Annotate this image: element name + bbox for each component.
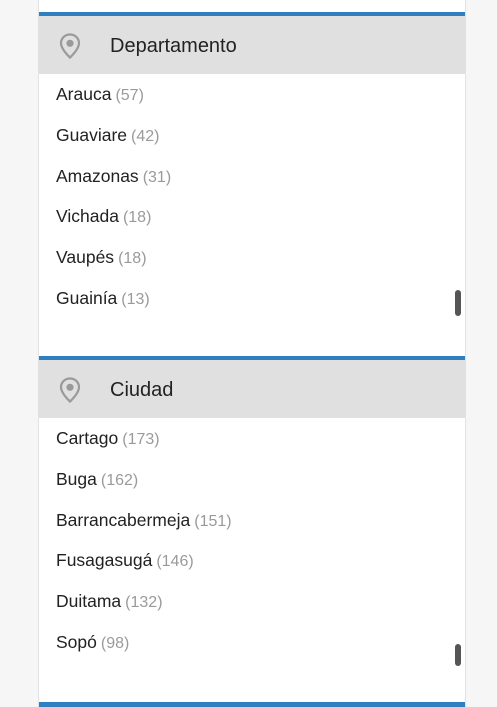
item-name: Guaviare	[56, 124, 128, 145]
item-name: Buga	[56, 468, 97, 489]
list-item-buga[interactable]: Buga (162)	[39, 467, 465, 508]
departamento-filter-section: Departamento Arauca (57) Guaviare (42) Ama…	[39, 12, 465, 328]
item-name: Arauca	[56, 84, 112, 104]
ciudad-scrollbar-thumb[interactable]	[455, 644, 461, 666]
list-item-sopo[interactable]: Sopó (98)	[39, 630, 465, 671]
filter-panel: Departamento Arauca (57) Guaviare (42) Ama…	[38, 0, 466, 707]
list-item-fusagasuga[interactable]: Fusagasugá (146)	[39, 548, 465, 589]
item-name: Cartago	[56, 428, 119, 448]
ciudad-scrollbar[interactable]	[453, 424, 463, 672]
list-item-arauca[interactable]: Arauca (57)	[39, 82, 465, 123]
item-name: Fusagasugá	[56, 550, 153, 571]
item-count: (18)	[118, 250, 147, 268]
list-item-vaupes[interactable]: Vaupés (18)	[39, 245, 465, 286]
item-count: (132)	[125, 594, 163, 612]
item-count: (151)	[194, 512, 232, 530]
list-item-amazonas[interactable]: Amazonas (31)	[39, 164, 465, 205]
item-name: Amazonas	[56, 165, 139, 186]
list-item-vichada[interactable]: Vichada (18)	[39, 204, 465, 245]
item-count: (31)	[142, 168, 172, 186]
item-name: Barrancabermeja	[56, 509, 191, 530]
item-name: Guainía	[56, 287, 118, 308]
item-count: (146)	[156, 553, 194, 571]
item-count: (13)	[121, 290, 150, 308]
list-item-cartago[interactable]: Cartago (173)	[39, 426, 465, 467]
map-pin-icon	[59, 377, 81, 403]
ciudad-filter-section: Ciudad Cartago (173) Buga (162) Barrancabe…	[39, 356, 465, 672]
item-count: (42)	[131, 127, 160, 145]
ciudad-list: Cartago (173) Buga (162) Barrancabermeja (1…	[39, 418, 465, 672]
item-name: Vaupés	[56, 247, 115, 268]
item-name: Sopó	[56, 631, 97, 652]
next-section-border	[39, 702, 465, 707]
list-item-duitama[interactable]: Duitama (132)	[39, 589, 465, 630]
item-count: (18)	[122, 209, 152, 227]
departamento-list: Arauca (57) Guaviare (42) Amazonas (31) Vic…	[39, 74, 465, 328]
item-name: Duitama	[56, 591, 122, 612]
map-pin-icon	[59, 33, 81, 59]
departamento-section-header[interactable]: Departamento	[39, 12, 465, 74]
item-name: Vichada	[56, 206, 119, 227]
list-item-guaviare[interactable]: Guaviare (42)	[39, 123, 465, 164]
departamento-scrollbar-thumb[interactable]	[455, 290, 461, 316]
departamento-section-title: Departamento	[110, 35, 237, 57]
item-count: (57)	[115, 87, 144, 104]
list-item-barrancabermeja[interactable]: Barrancabermeja (151)	[39, 508, 465, 549]
ciudad-section-header[interactable]: Ciudad	[39, 356, 465, 418]
departamento-scrollbar[interactable]	[453, 80, 463, 328]
item-count: (162)	[100, 471, 139, 489]
ciudad-section-title: Ciudad	[110, 379, 174, 401]
item-count: (98)	[100, 634, 130, 652]
item-count: (173)	[122, 431, 160, 448]
list-item-guainia[interactable]: Guainía (13)	[39, 286, 465, 327]
